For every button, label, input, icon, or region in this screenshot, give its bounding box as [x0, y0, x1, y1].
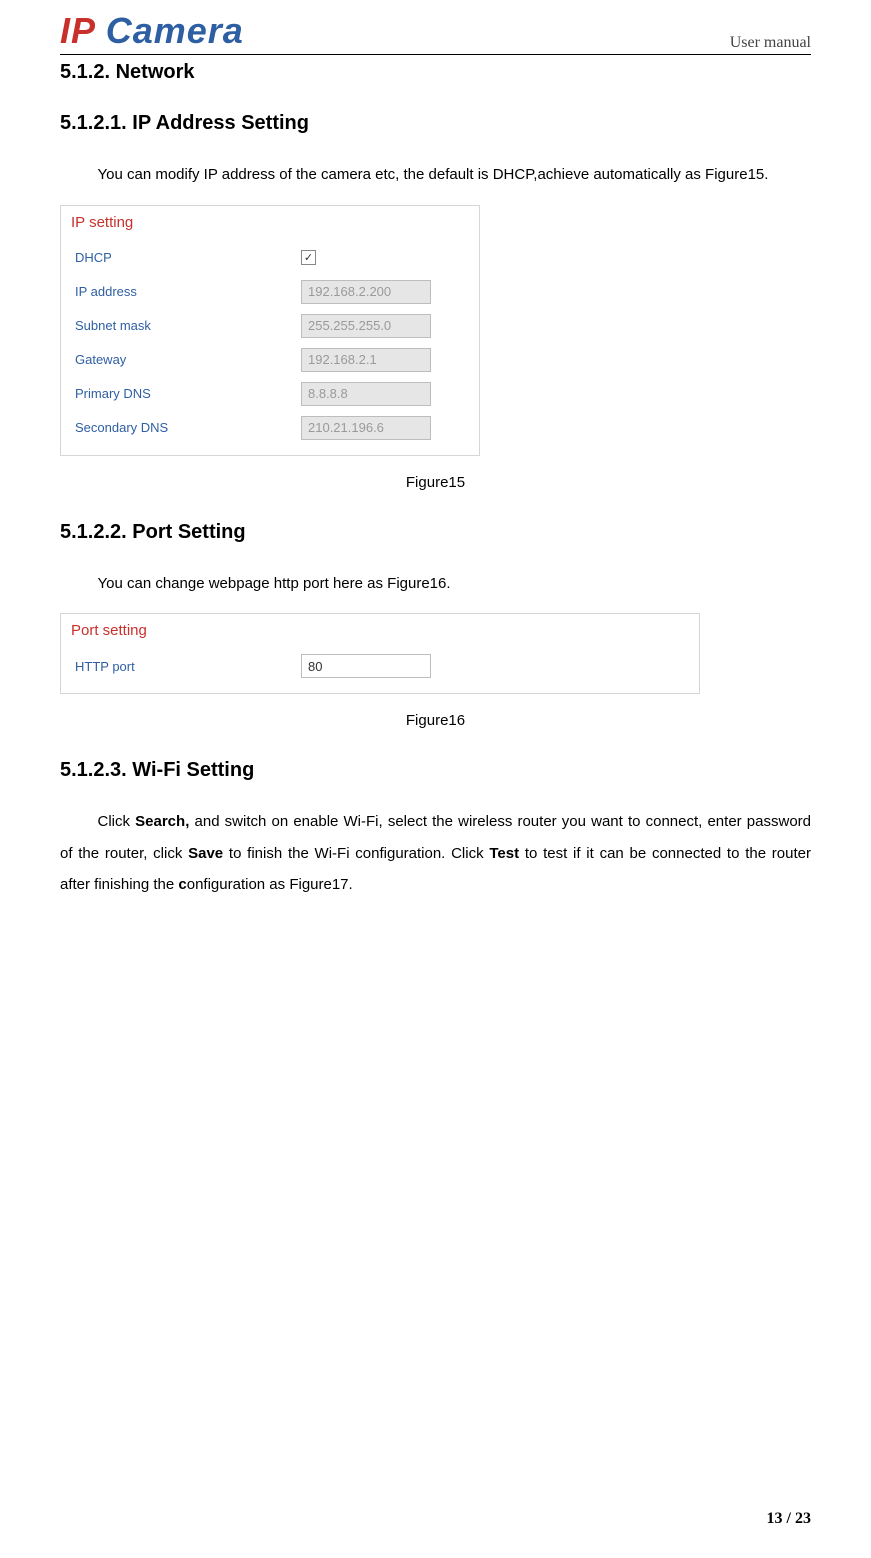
input-http-port[interactable] — [301, 654, 431, 678]
wifi-bold-c: c — [178, 876, 186, 893]
paragraph-ip-intro: You can modify IP address of the camera … — [60, 159, 811, 191]
row-dhcp: DHCP ✓ — [71, 241, 469, 275]
input-subnet[interactable] — [301, 314, 431, 338]
port-setting-panel: Port setting HTTP port — [60, 613, 700, 694]
heading-port-setting: 5.1.2.2. Port Setting — [60, 521, 811, 544]
wifi-text-5: onfiguration as Figure17. — [187, 876, 353, 893]
label-dhcp: DHCP — [71, 250, 301, 265]
row-primary-dns: Primary DNS — [71, 377, 469, 411]
page-number: 13 / 23 — [767, 1510, 811, 1528]
logo: IP Camera — [60, 10, 244, 52]
paragraph-port-intro: You can change webpage http port here as… — [60, 568, 811, 600]
ip-setting-panel: IP setting DHCP ✓ IP address Subnet mask… — [60, 205, 480, 456]
heading-ip-address-setting: 5.1.2.1. IP Address Setting — [60, 112, 811, 135]
wifi-text-3: to finish the Wi-Fi configuration. Click — [223, 845, 489, 862]
label-primary-dns: Primary DNS — [71, 386, 301, 401]
logo-ip: IP — [60, 10, 95, 51]
heading-network: 5.1.2. Network — [60, 61, 811, 84]
input-secondary-dns[interactable] — [301, 416, 431, 440]
label-subnet: Subnet mask — [71, 318, 301, 333]
label-secondary-dns: Secondary DNS — [71, 420, 301, 435]
label-ip-address: IP address — [71, 284, 301, 299]
heading-wifi-setting: 5.1.2.3. Wi-Fi Setting — [60, 759, 811, 782]
wifi-bold-save: Save — [188, 845, 223, 862]
caption-figure16: Figure16 — [60, 712, 811, 729]
wifi-bold-search: Search, — [135, 813, 189, 830]
wifi-text-1: Click — [98, 813, 136, 830]
row-http-port: HTTP port — [71, 649, 689, 683]
ip-setting-title: IP setting — [71, 214, 469, 231]
logo-camera: Camera — [95, 10, 244, 51]
label-http-port: HTTP port — [71, 659, 301, 674]
caption-figure15: Figure15 — [60, 474, 811, 491]
label-gateway: Gateway — [71, 352, 301, 367]
row-secondary-dns: Secondary DNS — [71, 411, 469, 445]
paragraph-wifi: Click Search, and switch on enable Wi-Fi… — [60, 806, 811, 901]
dhcp-checkbox[interactable]: ✓ — [301, 250, 316, 265]
row-ip-address: IP address — [71, 275, 469, 309]
wifi-bold-test: Test — [489, 845, 519, 862]
input-ip-address[interactable] — [301, 280, 431, 304]
port-setting-title: Port setting — [71, 622, 689, 639]
row-subnet: Subnet mask — [71, 309, 469, 343]
row-gateway: Gateway — [71, 343, 469, 377]
input-primary-dns[interactable] — [301, 382, 431, 406]
page-header: IP Camera User manual — [60, 10, 811, 55]
input-gateway[interactable] — [301, 348, 431, 372]
header-right-text: User manual — [730, 34, 811, 52]
